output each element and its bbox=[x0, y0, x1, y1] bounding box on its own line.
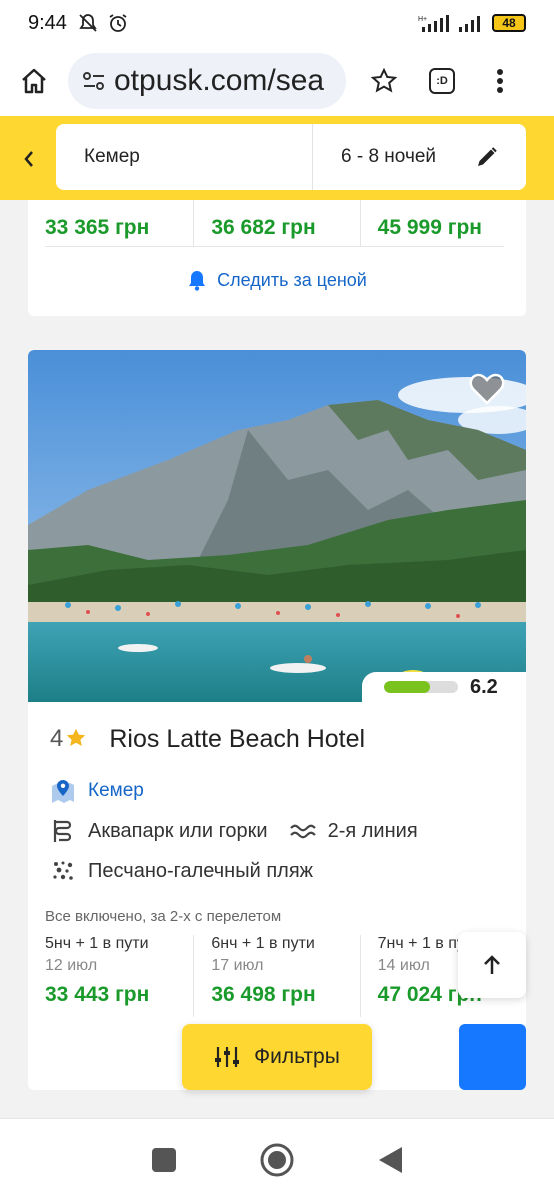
filters-button[interactable]: Фильтры bbox=[182, 1024, 372, 1090]
offer-price: 33 365 грн bbox=[45, 216, 150, 239]
rating-value: 6.2 bbox=[470, 675, 498, 698]
offer-date: 12 июл bbox=[45, 957, 98, 974]
edit-search-button[interactable] bbox=[472, 142, 502, 172]
track-price-link[interactable]: Следить за ценой bbox=[28, 247, 526, 313]
track-price-label: Следить за ценой bbox=[217, 269, 367, 290]
url-text: otpusk.com/sea bbox=[114, 64, 325, 97]
hotel-card[interactable]: 6.2 4 Rios Latte Beach Hotel Кемер Аквап… bbox=[28, 350, 526, 1090]
hotel-location[interactable]: Кемер bbox=[28, 758, 526, 804]
browser-toolbar: otpusk.com/sea :D bbox=[0, 46, 554, 116]
star-icon bbox=[67, 728, 86, 747]
offer-nights: 5нч + 1 в пути bbox=[45, 935, 149, 952]
star-outline-icon bbox=[371, 68, 397, 93]
mute-icon bbox=[79, 14, 97, 32]
favorite-button[interactable] bbox=[468, 370, 506, 408]
offer-price: 36 498 грн bbox=[211, 983, 316, 1006]
offer-cell[interactable]: 6нч + 1 в пути 17 июл 36 498 грн bbox=[193, 935, 359, 1017]
back-nav-icon[interactable] bbox=[376, 1145, 404, 1175]
svg-text:H+: H+ bbox=[418, 16, 427, 23]
offer-price: 45 999 грн bbox=[377, 216, 482, 239]
feature-waterpark: Аквапарк или горки bbox=[88, 819, 268, 842]
tabs-icon: :D bbox=[429, 68, 455, 94]
site-settings-icon[interactable] bbox=[82, 71, 106, 91]
menu-button[interactable] bbox=[480, 61, 520, 101]
waterslide-icon bbox=[50, 818, 76, 844]
hotel-card-previous: 33 365 грн 36 682 грн 45 999 грн Следить… bbox=[28, 200, 526, 316]
home-nav-icon[interactable] bbox=[259, 1142, 295, 1178]
hotel-beach-row: Песчано-галечный пляж bbox=[28, 844, 526, 884]
alarm-icon bbox=[109, 14, 127, 32]
offer-cell[interactable]: 33 365 грн bbox=[28, 200, 193, 246]
offers-row: 5нч + 1 в пути 12 июл 33 443 грн 6нч + 1… bbox=[28, 935, 526, 1017]
recents-icon[interactable] bbox=[150, 1146, 178, 1174]
hotel-photo[interactable]: 6.2 bbox=[28, 350, 526, 702]
offer-cell[interactable]: 36 682 грн bbox=[193, 200, 359, 246]
search-nights[interactable]: 6 - 8 ночей bbox=[313, 146, 472, 168]
offer-nights: 6нч + 1 в пути bbox=[211, 935, 315, 952]
arrow-up-icon bbox=[484, 955, 500, 974]
more-vert-icon bbox=[497, 69, 503, 93]
search-destination[interactable]: Кемер bbox=[56, 146, 312, 168]
feature-line: 2-я линия bbox=[327, 819, 418, 842]
sliders-icon bbox=[215, 1047, 240, 1067]
bell-icon bbox=[189, 271, 206, 291]
status-bar: 9:44 H+ 48 bbox=[0, 0, 554, 46]
offer-conditions: Все включено, за 2-х с перелетом bbox=[45, 908, 282, 925]
offer-cell[interactable]: 45 999 грн bbox=[359, 200, 526, 246]
offer-price: 33 443 грн bbox=[45, 983, 150, 1006]
status-time: 9:44 bbox=[28, 11, 67, 34]
bookmark-button[interactable] bbox=[364, 61, 404, 101]
rating-badge: 6.2 bbox=[362, 672, 526, 702]
offer-cell[interactable]: 5нч + 1 в пути 12 июл 33 443 грн bbox=[28, 935, 193, 1017]
address-bar[interactable]: otpusk.com/sea bbox=[68, 53, 346, 109]
hotel-photo-image bbox=[28, 350, 526, 702]
chevron-left-icon bbox=[24, 151, 33, 167]
tabs-button[interactable]: :D bbox=[422, 61, 462, 101]
signal-icon-2 bbox=[459, 16, 480, 32]
hotel-location-label: Кемер bbox=[88, 780, 144, 801]
home-button[interactable] bbox=[14, 61, 54, 101]
waves-icon bbox=[289, 818, 316, 844]
home-icon bbox=[22, 68, 46, 94]
search-summary[interactable]: Кемер 6 - 8 ночей bbox=[56, 124, 526, 190]
offer-price: 36 682 грн bbox=[211, 216, 316, 239]
battery-icon: 48 bbox=[492, 14, 526, 32]
hotel-stars: 4 bbox=[50, 725, 64, 752]
filters-label: Фильтры bbox=[254, 1045, 340, 1068]
hotel-features-row: Аквапарк или горки 2-я линия bbox=[28, 804, 526, 844]
offer-date: 17 июл bbox=[211, 957, 264, 974]
system-nav-bar bbox=[0, 1118, 554, 1200]
feature-beach: Песчано-галечный пляж bbox=[88, 859, 314, 882]
hotel-title-row[interactable]: 4 Rios Latte Beach Hotel bbox=[28, 702, 526, 758]
back-button[interactable] bbox=[14, 144, 44, 174]
signal-icon: H+ bbox=[418, 15, 449, 32]
action-button[interactable] bbox=[459, 1024, 526, 1090]
heart-icon bbox=[469, 373, 505, 405]
scroll-to-top-button[interactable] bbox=[458, 932, 526, 998]
pencil-icon bbox=[478, 147, 497, 166]
sand-pebble-icon bbox=[50, 858, 76, 884]
rating-bar bbox=[384, 681, 458, 693]
hotel-name[interactable]: Rios Latte Beach Hotel bbox=[109, 725, 365, 754]
map-pin-icon bbox=[52, 780, 74, 803]
search-header: Кемер 6 - 8 ночей bbox=[0, 116, 554, 200]
